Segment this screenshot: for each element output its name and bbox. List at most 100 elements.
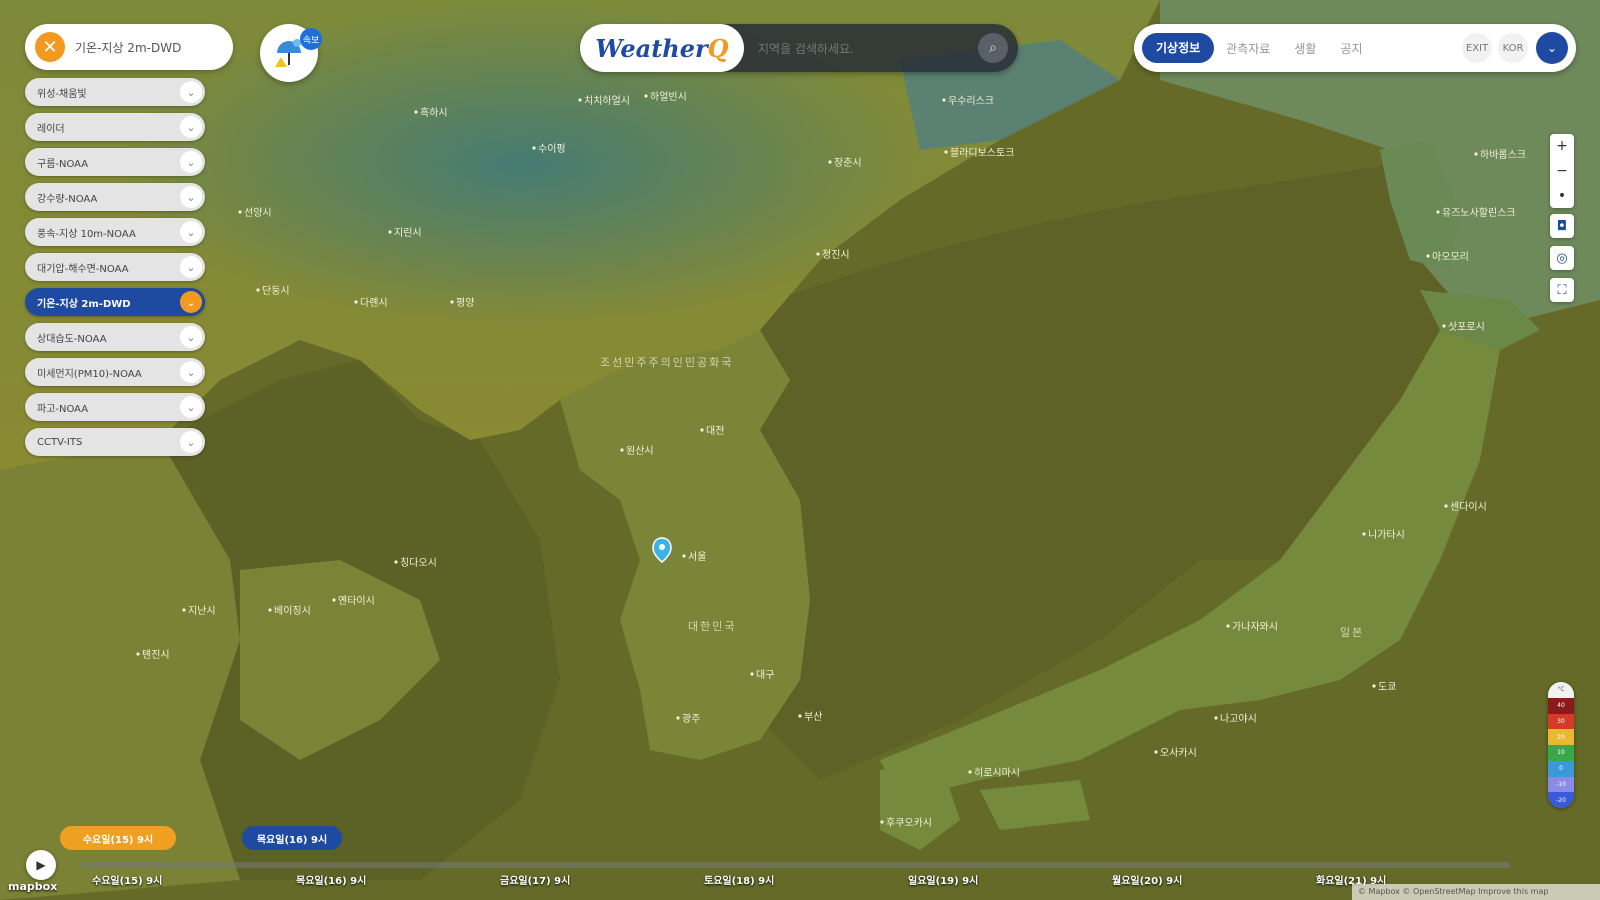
layer-item-label: 파고-NOAA	[37, 403, 89, 415]
place-label: 오사카시	[1160, 747, 1197, 759]
logo-text: Weather	[595, 33, 708, 63]
tab-observation[interactable]: 관측자료	[1214, 40, 1282, 57]
chevron-down-icon[interactable]: ⌄	[180, 151, 202, 173]
zoom-control: + − •	[1550, 134, 1574, 208]
layer-item[interactable]: 풍속-지상 10m-NOAA ⌄	[25, 218, 205, 246]
mapbox-logo[interactable]: mapbox	[8, 880, 57, 893]
place-label: 나고야시	[1220, 713, 1257, 725]
tab-weather-info[interactable]: 기상정보	[1142, 33, 1215, 63]
place-label: 흑하시	[420, 106, 448, 119]
layer-item-label: 위성-채움빛	[37, 88, 87, 100]
country-label-dprk: 조선민주주의인민공화국	[600, 356, 733, 369]
place-label: 지난시	[188, 605, 216, 617]
place-label: 칭다오시	[400, 557, 437, 569]
zoom-out-button[interactable]: −	[1556, 163, 1568, 179]
place-label: 치치하얼시	[584, 94, 630, 107]
place-label: 삿포로시	[1448, 321, 1485, 333]
country-label-korea: 대한민국	[688, 620, 736, 633]
place-label: 하바롭스크	[1480, 148, 1526, 161]
play-icon[interactable]: ▶	[26, 850, 56, 880]
chevron-down-icon[interactable]: ⌄	[180, 81, 202, 103]
place-label: 니가타시	[1368, 529, 1405, 541]
timeline-day-label[interactable]: 토요일(18) 9시	[704, 872, 774, 887]
timeline-track[interactable]	[80, 862, 1510, 868]
layer-item[interactable]: 강수량-NOAA ⌄	[25, 183, 205, 211]
place-label: 아오모리	[1432, 251, 1469, 263]
reset-north-button[interactable]: •	[1558, 188, 1566, 204]
chevron-down-icon[interactable]: ⌄	[180, 431, 202, 453]
chevron-down-icon[interactable]: ⌄	[180, 291, 202, 313]
place-dot	[414, 110, 418, 114]
place-label: 히로시마시	[974, 767, 1020, 779]
place-dot	[1474, 152, 1478, 156]
layer-item-label: 구름-NOAA	[37, 158, 89, 170]
place-dot	[268, 608, 272, 612]
language-button[interactable]: KOR	[1498, 33, 1528, 63]
chevron-down-icon[interactable]: ⌄	[1536, 32, 1568, 64]
legend-swatch: 30	[1548, 713, 1574, 730]
camera-icon[interactable]: ◘	[1550, 214, 1574, 238]
layer-item[interactable]: 위성-채움빛 ⌄	[25, 78, 205, 106]
place-dot	[1444, 504, 1448, 508]
place-dot	[1214, 716, 1218, 720]
chevron-down-icon[interactable]: ⌄	[180, 186, 202, 208]
layer-header[interactable]: ✕ 기온-지상 2m-DWD	[25, 24, 233, 70]
layer-item[interactable]: 미세먼지(PM10)-NOAA ⌄	[25, 358, 205, 386]
weather-map[interactable]: 조선민주주의인민공화국 대한민국 일본 흑하시 치치하얼시 하얼빈시수이펑장춘시지린…	[0, 0, 1600, 900]
place-dot	[942, 98, 946, 102]
logo-q: Q	[707, 33, 729, 63]
chevron-down-icon[interactable]: ⌄	[180, 116, 202, 138]
layer-item[interactable]: 상대습도-NOAA ⌄	[25, 323, 205, 351]
timeline-day-label[interactable]: 수요일(15) 9시	[92, 872, 162, 887]
place-label: 평양	[456, 297, 474, 309]
search-icon[interactable]: ⌕	[978, 33, 1008, 63]
place-label: 센다이시	[1450, 501, 1487, 513]
chevron-down-icon[interactable]: ⌄	[180, 396, 202, 418]
timeline-day-label[interactable]: 금요일(17) 9시	[500, 872, 570, 887]
place-dot	[578, 98, 582, 102]
place-dot	[332, 598, 336, 602]
place-dot	[944, 150, 948, 154]
timeline-day-label[interactable]: 목요일(16) 9시	[296, 872, 366, 887]
search-input[interactable]	[756, 36, 970, 62]
chevron-down-icon[interactable]: ⌄	[180, 361, 202, 383]
layer-item[interactable]: CCTV-ITS ⌄	[25, 428, 205, 456]
weatherq-logo[interactable]: Weather Q	[580, 24, 744, 72]
layer-item[interactable]: 레이더 ⌄	[25, 113, 205, 141]
layer-item-label: 레이더	[37, 123, 65, 135]
current-time-marker[interactable]: 수요일(15) 9시	[60, 826, 176, 850]
chevron-down-icon[interactable]: ⌄	[180, 326, 202, 348]
place-label: 장춘시	[834, 157, 862, 169]
place-label: 블라디보스토크	[950, 147, 1014, 159]
timeline-day-label[interactable]: 월요일(20) 9시	[1112, 872, 1182, 887]
zoom-in-button[interactable]: +	[1556, 138, 1568, 154]
place-label: 지린시	[394, 227, 422, 239]
tab-life[interactable]: 생활	[1282, 40, 1328, 57]
tab-notice[interactable]: 공지	[1328, 40, 1374, 57]
place-label: 톈진시	[142, 649, 170, 661]
exit-button[interactable]: EXIT	[1462, 33, 1492, 63]
place-dot	[238, 210, 242, 214]
place-dot	[388, 230, 392, 234]
fullscreen-icon[interactable]: ⛶	[1550, 278, 1574, 302]
timeline-day-label[interactable]: 일요일(19) 9시	[908, 872, 978, 887]
locate-icon[interactable]: ◎	[1550, 246, 1574, 270]
layer-item[interactable]: 구름-NOAA ⌄	[25, 148, 205, 176]
place-dot	[354, 300, 358, 304]
place-dot	[1436, 210, 1440, 214]
layer-item[interactable]: 대기압-해수면-NOAA ⌄	[25, 253, 205, 281]
layer-header-title: 기온-지상 2m-DWD	[75, 40, 182, 55]
place-dot	[750, 672, 754, 676]
place-label: 부산	[804, 711, 822, 723]
layer-item[interactable]: 파고-NOAA ⌄	[25, 393, 205, 421]
chevron-down-icon[interactable]: ⌄	[180, 256, 202, 278]
place-label: 원산시	[626, 445, 654, 457]
close-icon[interactable]: ✕	[35, 32, 65, 62]
layer-item[interactable]: 기온-지상 2m-DWD ⌄	[25, 288, 205, 316]
weather-alert-button[interactable]: 속보	[260, 24, 322, 82]
chevron-down-icon[interactable]: ⌄	[180, 221, 202, 243]
place-label: 후쿠오카시	[886, 817, 932, 829]
place-label: 서울	[688, 551, 706, 563]
place-label: 가나자와시	[1232, 621, 1278, 633]
map-attribution[interactable]: © Mapbox © OpenStreetMap Improve this ma…	[1352, 884, 1600, 900]
